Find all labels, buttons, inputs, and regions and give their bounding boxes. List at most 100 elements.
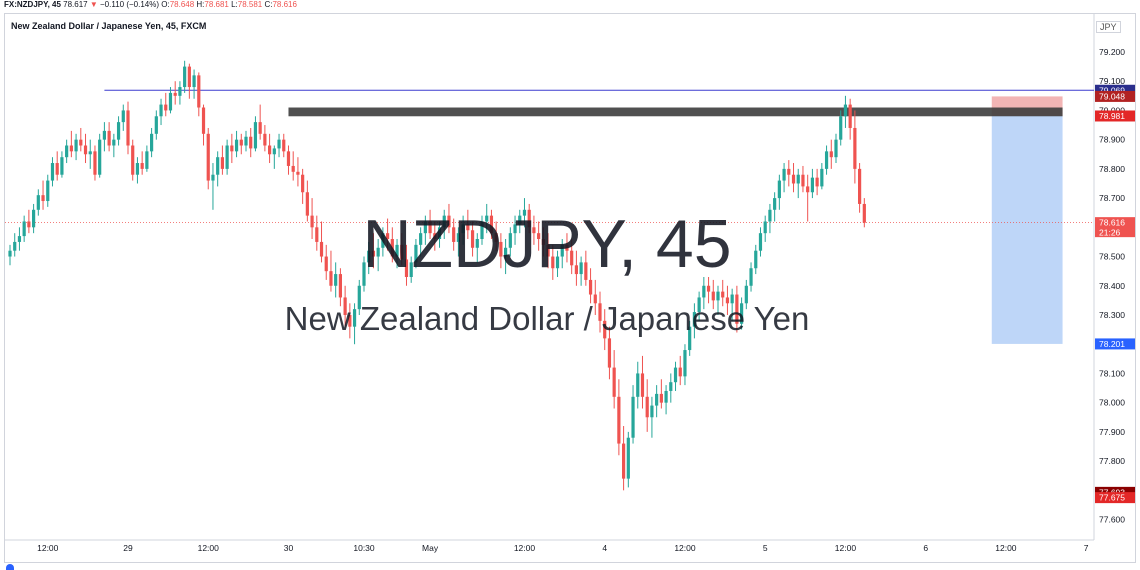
- candle-body[interactable]: [480, 221, 484, 240]
- candle-body[interactable]: [348, 314, 352, 327]
- candle-body[interactable]: [32, 209, 36, 228]
- candle-body[interactable]: [183, 66, 187, 88]
- candle-body[interactable]: [112, 139, 116, 146]
- candle-body[interactable]: [848, 104, 852, 128]
- candle-body[interactable]: [338, 274, 342, 298]
- candle-body[interactable]: [305, 192, 309, 216]
- candle-body[interactable]: [730, 294, 734, 304]
- candle-body[interactable]: [282, 139, 286, 152]
- candle-body[interactable]: [650, 405, 654, 418]
- candle-body[interactable]: [258, 122, 262, 134]
- candle-body[interactable]: [249, 136, 253, 149]
- candle-body[interactable]: [768, 209, 772, 222]
- candle-body[interactable]: [150, 133, 154, 152]
- candle-body[interactable]: [27, 221, 31, 228]
- candle-body[interactable]: [315, 227, 319, 242]
- candle-body[interactable]: [197, 75, 201, 108]
- candle-body[interactable]: [466, 224, 470, 231]
- candle-body[interactable]: [570, 250, 574, 266]
- candle-body[interactable]: [636, 373, 640, 397]
- candle-body[interactable]: [801, 174, 805, 187]
- candle-body[interactable]: [565, 244, 569, 251]
- candle-body[interactable]: [423, 221, 427, 234]
- candle-body[interactable]: [206, 133, 210, 181]
- candle-body[interactable]: [329, 271, 333, 286]
- candle-body[interactable]: [763, 221, 767, 234]
- candle-body[interactable]: [140, 163, 144, 169]
- candle-body[interactable]: [234, 139, 239, 152]
- candle-body[interactable]: [263, 133, 267, 146]
- candle-body[interactable]: [187, 66, 191, 88]
- candle-body[interactable]: [777, 180, 781, 199]
- candle-body[interactable]: [475, 239, 479, 248]
- candle-body[interactable]: [711, 291, 715, 301]
- candle-body[interactable]: [706, 285, 711, 292]
- candle-body[interactable]: [220, 157, 224, 169]
- candle-body[interactable]: [744, 285, 748, 304]
- candle-body[interactable]: [131, 145, 135, 175]
- candle-body[interactable]: [8, 250, 12, 257]
- candle-body[interactable]: [829, 151, 833, 158]
- candle-body[interactable]: [796, 174, 800, 184]
- candle-body[interactable]: [216, 157, 220, 175]
- candle-body[interactable]: [862, 203, 866, 223]
- candle-body[interactable]: [178, 87, 182, 96]
- candle-body[interactable]: [508, 233, 512, 248]
- candle-body[interactable]: [74, 139, 78, 152]
- candle-body[interactable]: [518, 215, 522, 225]
- candle-body[interactable]: [532, 227, 536, 234]
- candle-body[interactable]: [36, 195, 40, 210]
- candle-body[interactable]: [678, 367, 682, 377]
- candle-body[interactable]: [98, 139, 102, 175]
- candle-body[interactable]: [626, 437, 630, 479]
- candle-body[interactable]: [740, 303, 744, 324]
- candle-body[interactable]: [107, 130, 111, 146]
- candle-body[interactable]: [522, 209, 527, 216]
- candle-body[interactable]: [735, 294, 739, 324]
- price-chart[interactable]: 79.20079.10079.00078.90078.80078.70078.6…: [0, 0, 1140, 570]
- candle-body[interactable]: [414, 244, 418, 263]
- candle-body[interactable]: [806, 186, 810, 193]
- candle-body[interactable]: [697, 297, 701, 313]
- candle-body[interactable]: [834, 139, 838, 158]
- candle-body[interactable]: [381, 233, 385, 248]
- candle-body[interactable]: [584, 262, 588, 280]
- candle-body[interactable]: [598, 303, 602, 321]
- candle-body[interactable]: [362, 262, 366, 286]
- candle-body[interactable]: [65, 145, 69, 158]
- candle-body[interactable]: [782, 168, 786, 181]
- candle-body[interactable]: [820, 168, 824, 187]
- candle-body[interactable]: [135, 163, 140, 175]
- candle-body[interactable]: [791, 174, 796, 184]
- candle-body[interactable]: [551, 256, 555, 269]
- candle-body[interactable]: [853, 127, 857, 169]
- candle-body[interactable]: [69, 145, 73, 152]
- candle-body[interactable]: [574, 265, 578, 275]
- candle-body[interactable]: [239, 139, 243, 146]
- candle-body[interactable]: [527, 209, 531, 228]
- candle-body[interactable]: [645, 396, 649, 418]
- candle-body[interactable]: [858, 168, 862, 204]
- candle-body[interactable]: [376, 247, 380, 257]
- candle-body[interactable]: [513, 224, 517, 234]
- candle-body[interactable]: [352, 309, 357, 327]
- candle-body[interactable]: [640, 373, 645, 397]
- candle-body[interactable]: [560, 244, 564, 257]
- candle-body[interactable]: [489, 215, 494, 234]
- candle-body[interactable]: [815, 177, 819, 187]
- candle-body[interactable]: [277, 139, 281, 149]
- candle-body[interactable]: [839, 116, 843, 140]
- candle-body[interactable]: [46, 180, 50, 202]
- candle-body[interactable]: [452, 227, 456, 242]
- candle-body[interactable]: [173, 92, 177, 96]
- candle-body[interactable]: [461, 224, 465, 234]
- candle-body[interactable]: [102, 130, 106, 140]
- candle-body[interactable]: [754, 250, 758, 269]
- candle-body[interactable]: [499, 241, 503, 257]
- candle-body[interactable]: [655, 393, 659, 406]
- candle-body[interactable]: [154, 116, 158, 134]
- candle-body[interactable]: [324, 256, 328, 272]
- candle-body[interactable]: [319, 241, 324, 257]
- candle-body[interactable]: [50, 163, 55, 181]
- candle-body[interactable]: [546, 244, 550, 257]
